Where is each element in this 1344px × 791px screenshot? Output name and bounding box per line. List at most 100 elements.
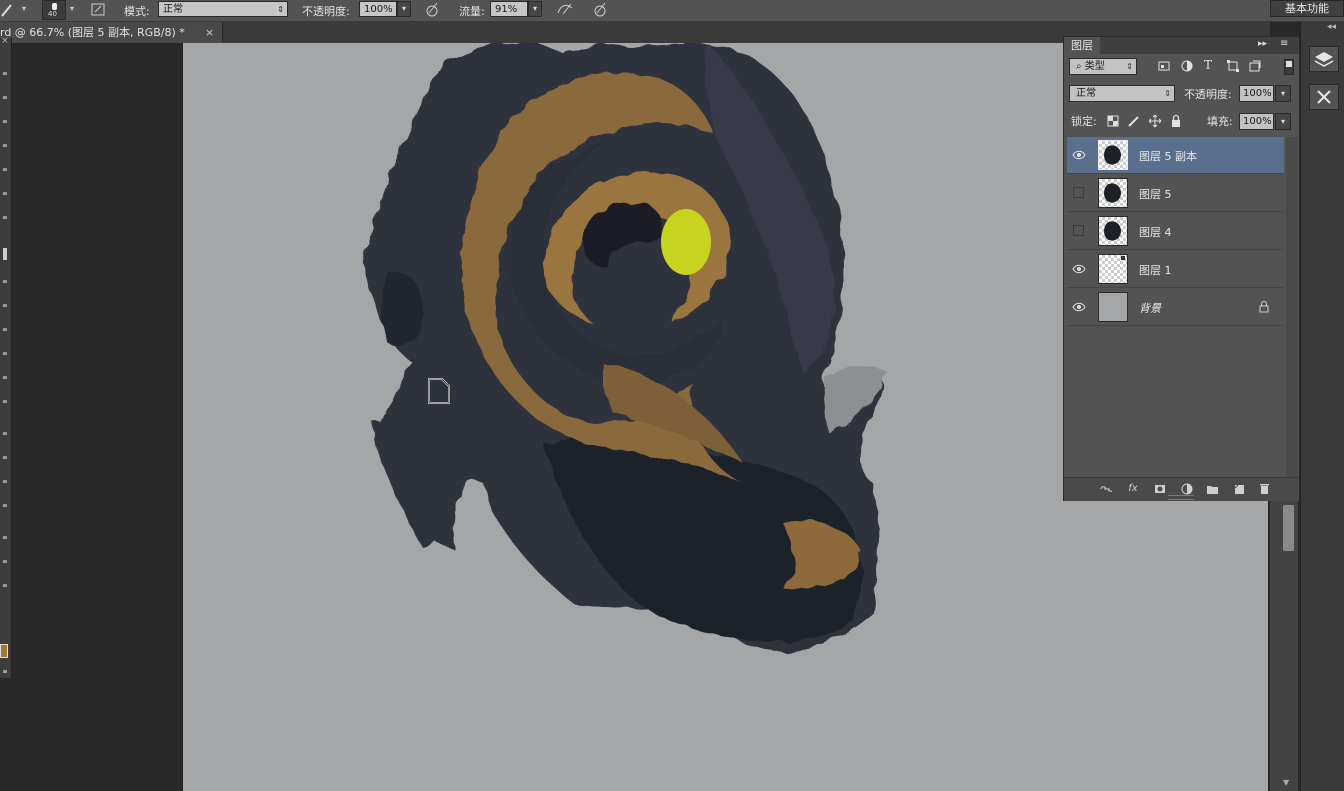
lasso-tool-icon[interactable] — [3, 120, 7, 123]
gradient-tool-icon[interactable] — [3, 352, 7, 355]
flow-input[interactable]: 91% — [490, 1, 528, 17]
close-tab-icon[interactable]: × — [205, 22, 214, 43]
trash-icon[interactable] — [1258, 483, 1270, 495]
brush-preset-dropdown-arrow[interactable]: ▾ — [70, 4, 74, 13]
healing-tool-icon[interactable] — [3, 216, 7, 219]
layer-row-layer5[interactable]: 图层 5 — [1067, 175, 1284, 212]
fx-icon[interactable]: fx — [1127, 483, 1139, 495]
visibility-toggle-off[interactable] — [1073, 187, 1084, 198]
pressure-opacity-icon[interactable] — [423, 0, 443, 20]
zoom-tool-icon[interactable] — [3, 560, 7, 563]
foreground-color-swatch[interactable] — [0, 644, 8, 658]
crop-tool-icon[interactable] — [3, 168, 7, 171]
hand-tool-icon[interactable] — [3, 536, 7, 539]
lock-pixels-icon[interactable] — [1107, 115, 1119, 127]
layer-opacity-dropdown[interactable]: ▾ — [1275, 85, 1291, 102]
opacity-dropdown-button[interactable]: ▾ — [397, 1, 411, 17]
type-filter-icon[interactable]: T — [1204, 58, 1212, 72]
brush-tool-icon[interactable] — [3, 248, 7, 260]
layer-list: 图层 5 副本 图层 5 图层 4 图层 1 背景 — [1064, 137, 1286, 477]
blend-mode-select[interactable]: 正常 ⇕ — [1069, 85, 1175, 102]
visibility-toggle-off[interactable] — [1073, 225, 1084, 236]
fill-dropdown[interactable]: ▾ — [1275, 113, 1291, 130]
layers-dock-button[interactable] — [1309, 46, 1339, 72]
toolbar-collapse-icon[interactable]: × — [1, 36, 9, 46]
scroll-down-arrow-icon[interactable]: ▼ — [1283, 778, 1289, 787]
mask-icon[interactable] — [1154, 483, 1166, 495]
layer-name: 图层 5 副本 — [1139, 150, 1197, 163]
fill-label: 填充: — [1207, 115, 1233, 128]
marquee-tool-icon[interactable] — [3, 96, 7, 99]
document-tab[interactable]: rd @ 66.7% (图层 5 副本, RGB/8) * × — [0, 22, 223, 43]
eye-icon[interactable] — [1072, 301, 1086, 313]
eyedropper-tool-icon[interactable] — [3, 192, 7, 195]
type-tool-icon[interactable] — [3, 456, 7, 459]
path-select-tool-icon[interactable] — [3, 480, 7, 483]
brush-tip-preview — [52, 3, 57, 10]
panel-menu-icon[interactable]: ≡ — [1280, 38, 1288, 49]
history-brush-tool-icon[interactable] — [3, 304, 7, 307]
layer-opacity-input[interactable]: 100% — [1239, 85, 1274, 102]
shape-filter-icon[interactable] — [1226, 59, 1240, 73]
brush-size-value: 40 — [48, 10, 57, 18]
layer-name: 图层 5 — [1139, 188, 1172, 201]
lock-all-icon[interactable] — [1170, 114, 1182, 128]
brush-preset-picker[interactable]: 40 — [42, 0, 66, 20]
lock-label: 锁定: — [1071, 115, 1097, 128]
pressure-size-icon[interactable] — [591, 0, 611, 20]
layer-row-background[interactable]: 背景 — [1067, 289, 1284, 326]
opacity-input[interactable]: 100% — [359, 1, 397, 17]
layers-scrollbar[interactable] — [1286, 137, 1298, 477]
clone-stamp-tool-icon[interactable] — [3, 280, 7, 283]
layers-panel-header: 图层 ▸▸ ≡ — [1064, 37, 1299, 54]
adjustment-icon[interactable] — [1181, 483, 1193, 495]
panel-resize-grip[interactable] — [1168, 495, 1194, 500]
brush-tool-dropdown-arrow[interactable]: ▾ — [22, 4, 26, 13]
layer-row-layer1[interactable]: 图层 1 — [1067, 251, 1284, 288]
brush-icon[interactable] — [0, 2, 14, 18]
swap-colors-icon[interactable] — [3, 584, 7, 587]
layer-thumbnail — [1098, 216, 1128, 246]
layer-name: 图层 4 — [1139, 226, 1172, 239]
layer-row-layer4[interactable]: 图层 4 — [1067, 213, 1284, 250]
collapse-panel-icon[interactable]: ▸▸ — [1258, 39, 1267, 49]
filter-toggle-icon[interactable] — [1284, 59, 1294, 75]
workspace-switcher-button[interactable]: 基本功能 — [1270, 0, 1344, 17]
new-layer-icon[interactable] — [1233, 483, 1245, 495]
flow-dropdown-button[interactable]: ▾ — [528, 1, 542, 17]
fill-input[interactable]: 100% — [1239, 113, 1274, 130]
adjustment-filter-icon[interactable] — [1180, 59, 1194, 73]
lock-paint-icon[interactable] — [1127, 114, 1141, 128]
mode-select[interactable]: 正常 ⇕ — [158, 1, 288, 17]
mode-label: 模式: — [124, 5, 150, 18]
pen-tool-icon[interactable] — [3, 432, 7, 435]
dock-collapse-icon[interactable]: ◂◂ — [1327, 22, 1336, 32]
eraser-tool-icon[interactable] — [3, 328, 7, 331]
brush-panel-icon[interactable] — [89, 0, 109, 20]
pixel-filter-icon[interactable] — [1157, 59, 1171, 73]
layer-row-layer5-copy[interactable]: 图层 5 副本 — [1067, 137, 1284, 174]
layer-name: 图层 1 — [1139, 264, 1172, 277]
shape-tool-icon[interactable] — [3, 504, 7, 507]
blend-mode-value: 正常 — [1076, 88, 1096, 99]
mode-value: 正常 — [163, 4, 183, 15]
quick-select-tool-icon[interactable] — [3, 144, 7, 147]
link-icon[interactable] — [1100, 483, 1112, 495]
quick-mask-icon[interactable] — [3, 670, 7, 673]
blur-tool-icon[interactable] — [3, 376, 7, 379]
tools-dock-button[interactable] — [1309, 84, 1339, 110]
layers-tab[interactable]: 图层 — [1064, 37, 1100, 54]
eye-icon[interactable] — [1072, 263, 1086, 275]
eye-icon[interactable] — [1072, 149, 1086, 161]
folder-icon[interactable] — [1206, 483, 1218, 495]
move-tool-icon[interactable] — [3, 72, 7, 75]
scrollbar-thumb[interactable] — [1283, 505, 1294, 551]
lock-position-icon[interactable] — [1148, 114, 1162, 128]
yellow-eye-highlight — [661, 209, 711, 275]
filter-kind-arrow: ⇕ — [1126, 62, 1133, 71]
airbrush-icon[interactable] — [555, 0, 575, 20]
filter-kind-select[interactable]: ⌕ 类型 ⇕ — [1069, 58, 1137, 75]
panel-dock: ◂◂ — [1300, 22, 1344, 791]
dodge-tool-icon[interactable] — [3, 400, 7, 403]
smart-object-filter-icon[interactable] — [1248, 59, 1262, 73]
